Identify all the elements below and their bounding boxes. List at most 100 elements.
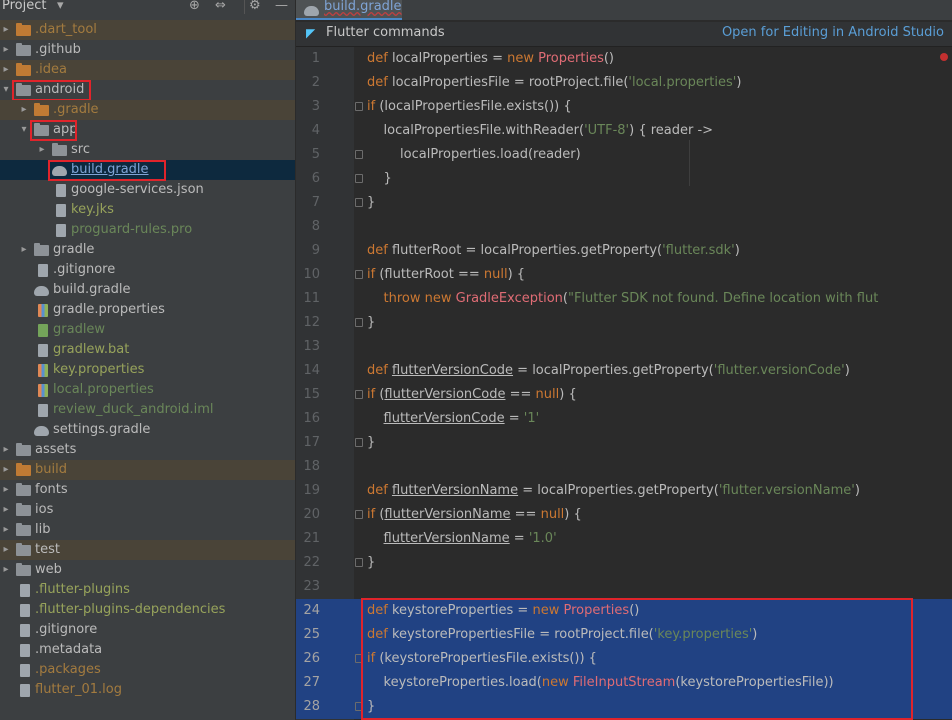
code-line[interactable]: 2 def localPropertiesFile = rootProject.f… xyxy=(296,71,952,95)
chevron-down-icon[interactable]: ▾ xyxy=(57,0,64,14)
collapse-all-icon[interactable]: ⇔ xyxy=(215,0,226,14)
code-line[interactable]: 19 def flutterVersionName = localProperti… xyxy=(296,479,952,503)
tree-item[interactable]: build.gradle xyxy=(0,280,295,300)
tree-item[interactable]: .flutter-plugins xyxy=(0,580,295,600)
fold-marker-icon[interactable] xyxy=(355,102,363,111)
open-in-android-studio-link[interactable]: Open for Editing in Android Studio xyxy=(722,25,944,40)
tree-item[interactable]: key.jks xyxy=(0,200,295,220)
tree-item[interactable]: ▸ .idea xyxy=(0,60,295,80)
collapsed-arrow-icon[interactable]: ▸ xyxy=(19,100,29,120)
code-area[interactable]: 1 def localProperties = new Properties() 2… xyxy=(296,47,952,720)
tree-item[interactable]: ▸ lib xyxy=(0,520,295,540)
locate-file-icon[interactable]: ⊕ xyxy=(189,0,200,14)
tree-item[interactable]: ▸ .dart_tool xyxy=(0,20,295,40)
code-line[interactable]: 21 flutterVersionName = '1.0' xyxy=(296,527,952,551)
line-number: 17 xyxy=(303,435,320,450)
code-line[interactable]: 16 flutterVersionCode = '1' xyxy=(296,407,952,431)
tree-item[interactable]: ▸ build xyxy=(0,460,295,480)
collapsed-arrow-icon[interactable]: ▸ xyxy=(1,20,11,40)
code-token: = localProperties.getProperty( xyxy=(518,483,719,498)
expanded-arrow-icon[interactable]: ▾ xyxy=(1,80,11,100)
error-indicator-icon[interactable] xyxy=(940,53,948,61)
tree-item[interactable]: google-services.json xyxy=(0,180,295,200)
code-text: def localPropertiesFile = rootProject.fi… xyxy=(367,71,741,95)
editor-area: build.gradle ◤ Flutter commands Open for… xyxy=(296,0,952,720)
code-token: } xyxy=(367,315,376,330)
code-line[interactable]: 7} xyxy=(296,191,952,215)
collapsed-arrow-icon[interactable]: ▸ xyxy=(1,440,11,460)
fold-marker-icon[interactable] xyxy=(355,390,363,399)
tree-item[interactable]: proguard-rules.pro xyxy=(0,220,295,240)
fold-marker-icon[interactable] xyxy=(355,174,363,183)
code-line[interactable]: 18 xyxy=(296,455,952,479)
fold-marker-icon[interactable] xyxy=(355,318,363,327)
tree-item[interactable]: .packages xyxy=(0,660,295,680)
code-line[interactable]: 15 if (flutterVersionCode == null) { xyxy=(296,383,952,407)
expanded-arrow-icon[interactable]: ▾ xyxy=(19,120,29,140)
code-line[interactable]: 5 localProperties.load(reader) xyxy=(296,143,952,167)
code-line[interactable]: 1 def localProperties = new Properties() xyxy=(296,47,952,71)
fold-marker-icon[interactable] xyxy=(355,270,363,279)
code-line[interactable]: 3 if (localPropertiesFile.exists()) { xyxy=(296,95,952,119)
tree-item[interactable]: ▸ test xyxy=(0,540,295,560)
collapsed-arrow-icon[interactable]: ▸ xyxy=(1,60,11,80)
fold-marker-icon[interactable] xyxy=(355,198,363,207)
tree-item[interactable]: .gitignore xyxy=(0,260,295,280)
tree-item[interactable]: gradle.properties xyxy=(0,300,295,320)
tree-item[interactable]: ▸ .gradle xyxy=(0,100,295,120)
tree-item[interactable]: local.properties xyxy=(0,380,295,400)
code-line[interactable]: 11 throw new GradleException("Flutter SD… xyxy=(296,287,952,311)
gear-icon[interactable]: ⚙ xyxy=(249,0,261,14)
code-line[interactable]: 8 xyxy=(296,215,952,239)
code-line[interactable]: 23 xyxy=(296,575,952,599)
tree-item[interactable]: gradlew.bat xyxy=(0,340,295,360)
tree-item[interactable]: ▸ src xyxy=(0,140,295,160)
tree-item[interactable]: ▸ fonts xyxy=(0,480,295,500)
line-number: 3 xyxy=(311,99,320,114)
tree-item[interactable]: settings.gradle xyxy=(0,420,295,440)
tree-item[interactable]: ▸ ios xyxy=(0,500,295,520)
tree-item[interactable]: review_duck_android.iml xyxy=(0,400,295,420)
collapsed-arrow-icon[interactable]: ▸ xyxy=(1,460,11,480)
collapsed-arrow-icon[interactable]: ▸ xyxy=(37,140,47,160)
code-line[interactable]: 12} xyxy=(296,311,952,335)
code-token: ) { xyxy=(564,507,582,522)
code-line[interactable]: 13 xyxy=(296,335,952,359)
collapsed-arrow-icon[interactable]: ▸ xyxy=(1,480,11,500)
line-number: 6 xyxy=(311,171,320,186)
tree-item-label: gradlew.bat xyxy=(53,342,130,357)
tree-item[interactable]: ▸ assets xyxy=(0,440,295,460)
tree-item[interactable]: ▸ web xyxy=(0,560,295,580)
tree-item[interactable]: flutter_01.log xyxy=(0,680,295,700)
collapsed-arrow-icon[interactable]: ▸ xyxy=(1,40,11,60)
code-line[interactable]: 4 localPropertiesFile.withReader('UTF-8'… xyxy=(296,119,952,143)
code-line[interactable]: 10 if (flutterRoot == null) { xyxy=(296,263,952,287)
collapsed-arrow-icon[interactable]: ▸ xyxy=(1,540,11,560)
tree-item[interactable]: ▸ .github xyxy=(0,40,295,60)
collapsed-arrow-icon[interactable]: ▸ xyxy=(19,240,29,260)
fold-marker-icon[interactable] xyxy=(355,438,363,447)
code-line[interactable]: 20 if (flutterVersionName == null) { xyxy=(296,503,952,527)
fold-marker-icon[interactable] xyxy=(355,150,363,159)
hide-panel-icon[interactable]: — xyxy=(275,0,288,14)
tree-item[interactable]: .gitignore xyxy=(0,620,295,640)
code-token: flutterVersionCode xyxy=(391,363,514,378)
tab-build-gradle[interactable]: build.gradle xyxy=(296,0,402,20)
code-line[interactable]: 9 def flutterRoot = localProperties.getPr… xyxy=(296,239,952,263)
tree-item[interactable]: .metadata xyxy=(0,640,295,660)
tree-item[interactable]: .flutter-plugins-dependencies xyxy=(0,600,295,620)
collapsed-arrow-icon[interactable]: ▸ xyxy=(1,520,11,540)
collapsed-arrow-icon[interactable]: ▸ xyxy=(1,500,11,520)
project-view-selector[interactable]: Project xyxy=(2,0,46,14)
code-line[interactable]: 6 } xyxy=(296,167,952,191)
code-line[interactable]: 22} xyxy=(296,551,952,575)
tree-item[interactable]: key.properties xyxy=(0,360,295,380)
fold-marker-icon[interactable] xyxy=(355,558,363,567)
tree-item[interactable]: gradlew xyxy=(0,320,295,340)
code-line[interactable]: 14 def flutterVersionCode = localProperti… xyxy=(296,359,952,383)
fold-marker-icon[interactable] xyxy=(355,510,363,519)
code-line[interactable]: 17} xyxy=(296,431,952,455)
code-token: ) { xyxy=(559,387,577,402)
tree-item[interactable]: ▸ gradle xyxy=(0,240,295,260)
collapsed-arrow-icon[interactable]: ▸ xyxy=(1,560,11,580)
